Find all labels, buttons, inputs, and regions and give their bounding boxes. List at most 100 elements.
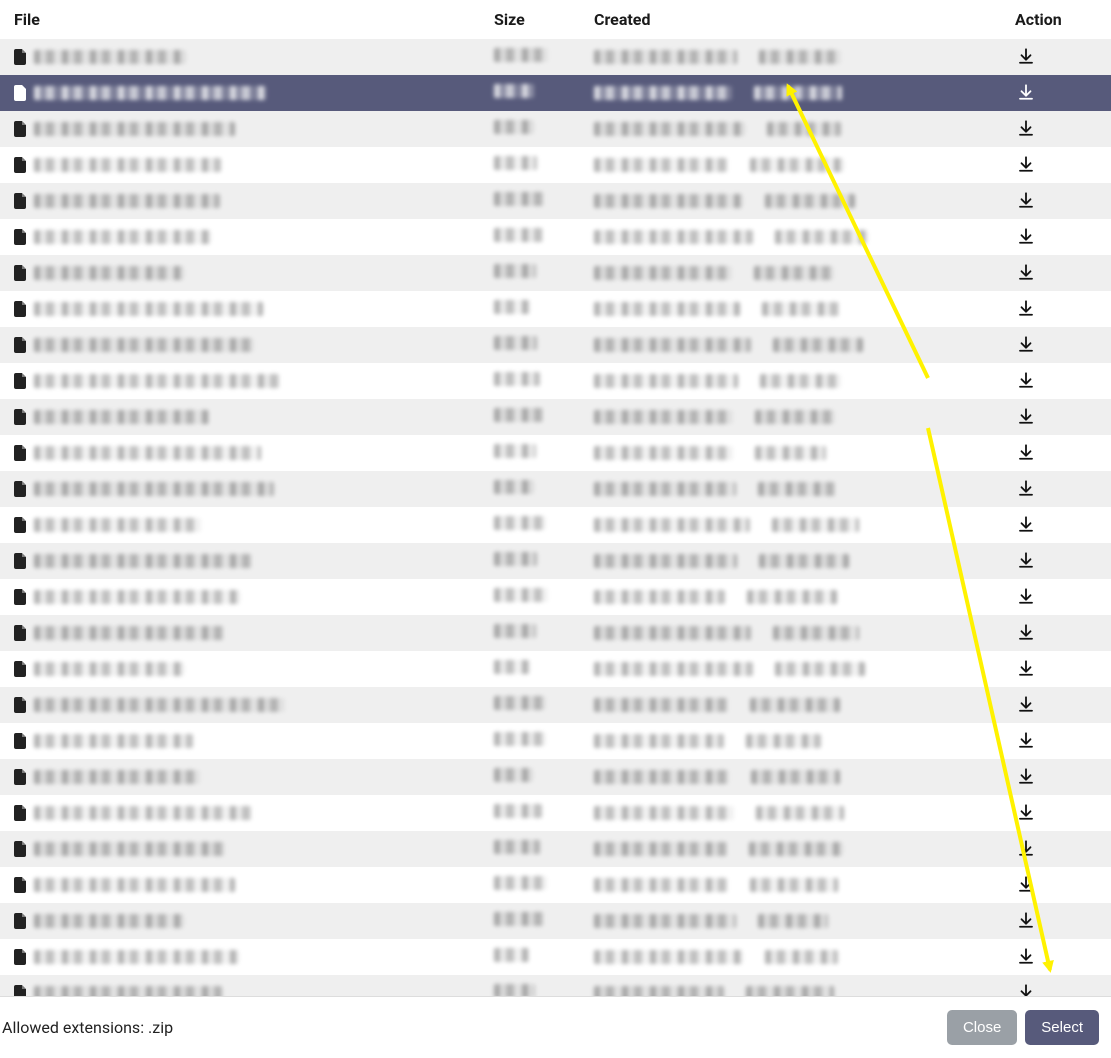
table-row[interactable] bbox=[0, 831, 1111, 867]
download-button[interactable] bbox=[1015, 297, 1037, 319]
download-button[interactable] bbox=[1015, 153, 1037, 175]
download-button[interactable] bbox=[1015, 225, 1037, 247]
redacted-text bbox=[772, 518, 859, 532]
cell-size bbox=[480, 543, 580, 579]
redacted-text bbox=[594, 86, 732, 100]
download-button[interactable] bbox=[1015, 585, 1037, 607]
download-button[interactable] bbox=[1015, 729, 1037, 751]
redacted-text bbox=[594, 986, 724, 996]
col-header-created[interactable]: Created bbox=[580, 0, 1001, 39]
download-button[interactable] bbox=[1015, 441, 1037, 463]
download-button[interactable] bbox=[1015, 45, 1037, 67]
table-row[interactable] bbox=[0, 291, 1111, 327]
table-row[interactable] bbox=[0, 147, 1111, 183]
cell-created bbox=[580, 255, 1001, 291]
download-button[interactable] bbox=[1015, 549, 1037, 571]
cell-size bbox=[480, 831, 580, 867]
cell-action bbox=[1001, 291, 1111, 327]
download-button[interactable] bbox=[1015, 693, 1037, 715]
download-button[interactable] bbox=[1015, 477, 1037, 499]
table-row[interactable] bbox=[0, 111, 1111, 147]
redacted-text bbox=[494, 840, 540, 854]
cell-file bbox=[0, 147, 480, 183]
download-button[interactable] bbox=[1015, 117, 1037, 139]
download-button[interactable] bbox=[1015, 837, 1037, 859]
file-icon bbox=[14, 481, 28, 497]
table-row[interactable] bbox=[0, 795, 1111, 831]
table-row[interactable] bbox=[0, 435, 1111, 471]
download-button[interactable] bbox=[1015, 261, 1037, 283]
cell-action bbox=[1001, 723, 1111, 759]
table-row[interactable] bbox=[0, 759, 1111, 795]
download-button[interactable] bbox=[1015, 513, 1037, 535]
table-row[interactable] bbox=[0, 327, 1111, 363]
cell-file bbox=[0, 183, 480, 219]
download-button[interactable] bbox=[1015, 981, 1037, 996]
download-button[interactable] bbox=[1015, 333, 1037, 355]
table-row[interactable] bbox=[0, 867, 1111, 903]
table-row[interactable] bbox=[0, 579, 1111, 615]
redacted-text bbox=[749, 842, 843, 856]
download-button[interactable] bbox=[1015, 369, 1037, 391]
table-row[interactable] bbox=[0, 687, 1111, 723]
file-icon bbox=[14, 949, 28, 965]
download-icon bbox=[1017, 623, 1035, 641]
download-button[interactable] bbox=[1015, 657, 1037, 679]
cell-size bbox=[480, 939, 580, 975]
download-button[interactable] bbox=[1015, 621, 1037, 643]
table-row[interactable] bbox=[0, 219, 1111, 255]
table-row[interactable] bbox=[0, 939, 1111, 975]
table-row[interactable] bbox=[0, 975, 1111, 996]
download-button[interactable] bbox=[1015, 405, 1037, 427]
download-button[interactable] bbox=[1015, 945, 1037, 967]
allowed-extensions-text: Allowed extensions: .zip bbox=[2, 1018, 939, 1037]
redacted-text bbox=[767, 122, 841, 136]
table-row[interactable] bbox=[0, 651, 1111, 687]
file-icon bbox=[14, 697, 28, 713]
col-header-size[interactable]: Size bbox=[480, 0, 580, 39]
redacted-text bbox=[754, 266, 834, 280]
download-button[interactable] bbox=[1015, 765, 1037, 787]
redacted-text bbox=[494, 804, 542, 818]
download-icon bbox=[1017, 695, 1035, 713]
table-row[interactable] bbox=[0, 507, 1111, 543]
download-button[interactable] bbox=[1015, 81, 1037, 103]
redacted-text bbox=[494, 444, 536, 458]
download-button[interactable] bbox=[1015, 801, 1037, 823]
cell-created bbox=[580, 867, 1001, 903]
col-header-file[interactable]: File bbox=[0, 0, 480, 39]
file-icon bbox=[14, 805, 28, 821]
table-row[interactable] bbox=[0, 75, 1111, 111]
table-row[interactable] bbox=[0, 363, 1111, 399]
cell-action bbox=[1001, 939, 1111, 975]
cell-file bbox=[0, 219, 480, 255]
cell-file bbox=[0, 435, 480, 471]
table-row[interactable] bbox=[0, 183, 1111, 219]
file-icon bbox=[14, 589, 28, 605]
download-icon bbox=[1017, 83, 1035, 101]
file-icon bbox=[14, 85, 28, 101]
cell-file bbox=[0, 579, 480, 615]
table-row[interactable] bbox=[0, 399, 1111, 435]
redacted-text bbox=[34, 50, 186, 64]
table-row[interactable] bbox=[0, 723, 1111, 759]
cell-file bbox=[0, 651, 480, 687]
file-icon bbox=[14, 517, 28, 533]
download-button[interactable] bbox=[1015, 189, 1037, 211]
redacted-text bbox=[34, 698, 285, 712]
redacted-text bbox=[494, 120, 534, 134]
table-row[interactable] bbox=[0, 903, 1111, 939]
table-row[interactable] bbox=[0, 39, 1111, 75]
cell-file bbox=[0, 939, 480, 975]
table-row[interactable] bbox=[0, 471, 1111, 507]
table-row[interactable] bbox=[0, 255, 1111, 291]
download-button[interactable] bbox=[1015, 909, 1037, 931]
close-button[interactable]: Close bbox=[947, 1010, 1017, 1045]
select-button[interactable]: Select bbox=[1025, 1010, 1099, 1045]
redacted-text bbox=[34, 626, 224, 640]
download-button[interactable] bbox=[1015, 873, 1037, 895]
table-row[interactable] bbox=[0, 615, 1111, 651]
redacted-text bbox=[34, 770, 200, 784]
redacted-text bbox=[758, 914, 828, 928]
table-row[interactable] bbox=[0, 543, 1111, 579]
